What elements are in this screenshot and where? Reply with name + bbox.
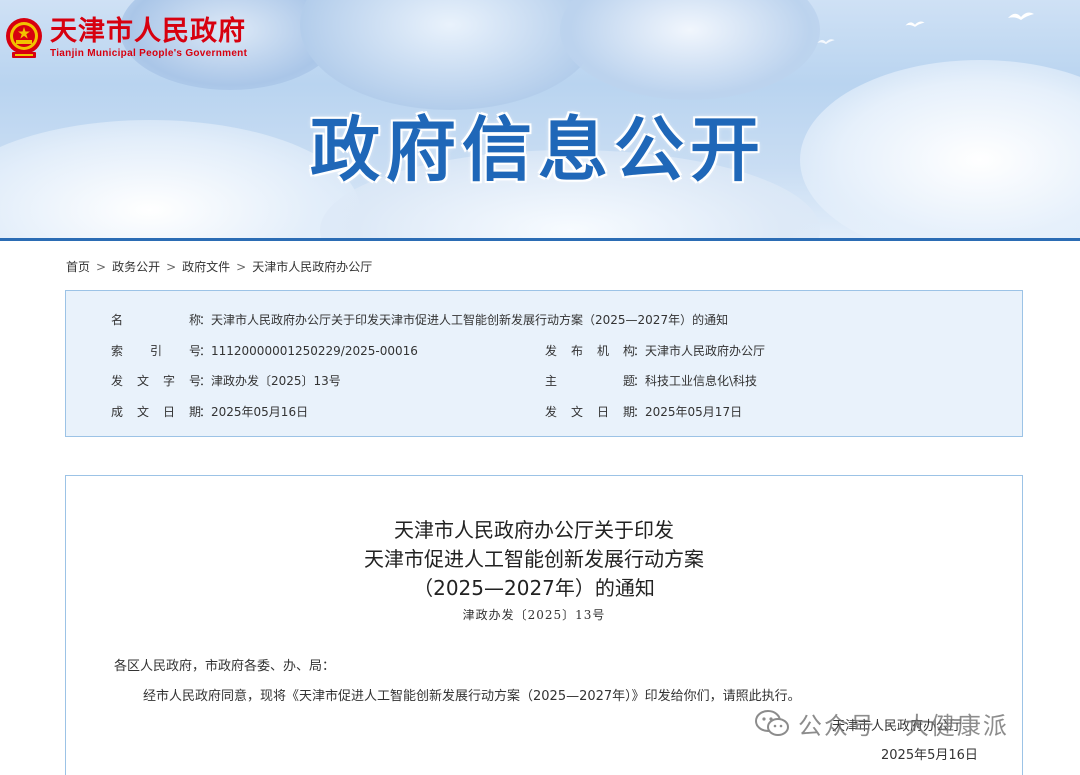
breadcrumb-home[interactable]: 首页 <box>66 260 90 274</box>
banner-decoration <box>800 60 1080 240</box>
document-date: 2025年5月16日 <box>881 748 978 763</box>
metadata-colon: ： <box>199 313 212 327</box>
breadcrumb-separator: > <box>166 260 177 274</box>
metadata-colon: ： <box>199 374 212 388</box>
bird-icon <box>1008 12 1034 20</box>
document-body-paragraph: 经市人民政府同意，现将《天津市促进人工智能创新发展行动方案（2025—2027年… <box>143 689 801 704</box>
document-number: 津政办发〔2025〕13号 <box>462 608 606 622</box>
metadata-colon: ： <box>633 344 646 358</box>
banner-divider <box>0 238 1080 241</box>
bird-icon <box>905 21 925 27</box>
watermark-text: 公众号 · 大健康派 <box>798 712 1009 740</box>
document-title-line: （2025—2027年）的通知 <box>413 576 655 600</box>
site-name-english: Tianjin Municipal People's Government <box>50 48 248 59</box>
metadata-row-index: 索引号 ： 11120000001250229/2025-00016 发布机构 … <box>66 341 1024 361</box>
metadata-row-dates: 成文日期 ： 2025年05月16日 发文日期 ： 2025年05月17日 <box>66 402 1024 422</box>
metadata-value-index: 11120000001250229/2025-00016 <box>211 344 418 358</box>
metadata-label: 主题 <box>545 374 635 388</box>
banner-title: 政府信息公开 <box>310 109 766 191</box>
metadata-value-name: 天津市人民政府办公厅关于印发天津市促进人工智能创新发展行动方案（2025—202… <box>211 313 729 327</box>
breadcrumb-separator: > <box>236 260 247 274</box>
site-logo[interactable]: 天津市人民政府 Tianjin Municipal People's Gover… <box>4 16 247 62</box>
wechat-icon <box>755 709 789 736</box>
metadata-value-doc-number: 津政办发〔2025〕13号 <box>211 374 341 388</box>
breadcrumb: 首页 > 政务公开 > 政府文件 > 天津市人民政府办公厅 <box>66 258 372 276</box>
breadcrumb-gov-documents[interactable]: 政府文件 <box>182 260 230 274</box>
site-name: 天津市人民政府 <box>50 16 246 47</box>
metadata-value-issued-date: 2025年05月17日 <box>645 405 743 419</box>
metadata-value-subject: 科技工业信息化\科技 <box>645 374 758 388</box>
metadata-label: 索引号 <box>111 344 201 358</box>
national-emblem-icon <box>6 18 42 58</box>
header-banner: 天津市人民政府 Tianjin Municipal People's Gover… <box>0 0 1080 240</box>
document-title: 天津市人民政府办公厅关于印发 天津市促进人工智能创新发展行动方案 （2025—2… <box>66 516 1002 603</box>
metadata-value-created-date: 2025年05月16日 <box>211 405 309 419</box>
metadata-row-name: 名称 ： 天津市人民政府办公厅关于印发天津市促进人工智能创新发展行动方案（202… <box>66 310 1024 330</box>
document-title-line: 天津市人民政府办公厅关于印发 <box>394 518 674 542</box>
metadata-colon: ： <box>633 374 646 388</box>
metadata-colon: ： <box>199 405 212 419</box>
metadata-label: 成文日期 <box>111 405 201 419</box>
document-salutation: 各区人民政府，市政府各委、办、局： <box>114 659 336 674</box>
metadata-colon: ： <box>199 344 212 358</box>
banner-decoration <box>300 0 600 110</box>
metadata-label: 名称 <box>111 313 201 327</box>
banner-decoration <box>0 120 360 240</box>
metadata-row-doc-number: 发文字号 ： 津政办发〔2025〕13号 主题 ： 科技工业信息化\科技 <box>66 371 1024 391</box>
document-metadata-box: 名称 ： 天津市人民政府办公厅关于印发天津市促进人工智能创新发展行动方案（202… <box>65 290 1023 437</box>
wechat-watermark: 公众号 · 大健康派 <box>754 706 1009 741</box>
metadata-colon: ： <box>633 405 646 419</box>
bird-icon <box>817 39 835 45</box>
breadcrumb-gov-affairs[interactable]: 政务公开 <box>112 260 160 274</box>
banner-decoration <box>560 0 820 100</box>
metadata-label: 发布机构 <box>545 344 635 358</box>
breadcrumb-general-office[interactable]: 天津市人民政府办公厅 <box>252 260 372 274</box>
document-title-line: 天津市促进人工智能创新发展行动方案 <box>364 547 704 571</box>
metadata-value-publisher: 天津市人民政府办公厅 <box>645 344 766 358</box>
metadata-label: 发文日期 <box>545 405 635 419</box>
breadcrumb-separator: > <box>96 260 107 274</box>
metadata-label: 发文字号 <box>111 374 201 388</box>
